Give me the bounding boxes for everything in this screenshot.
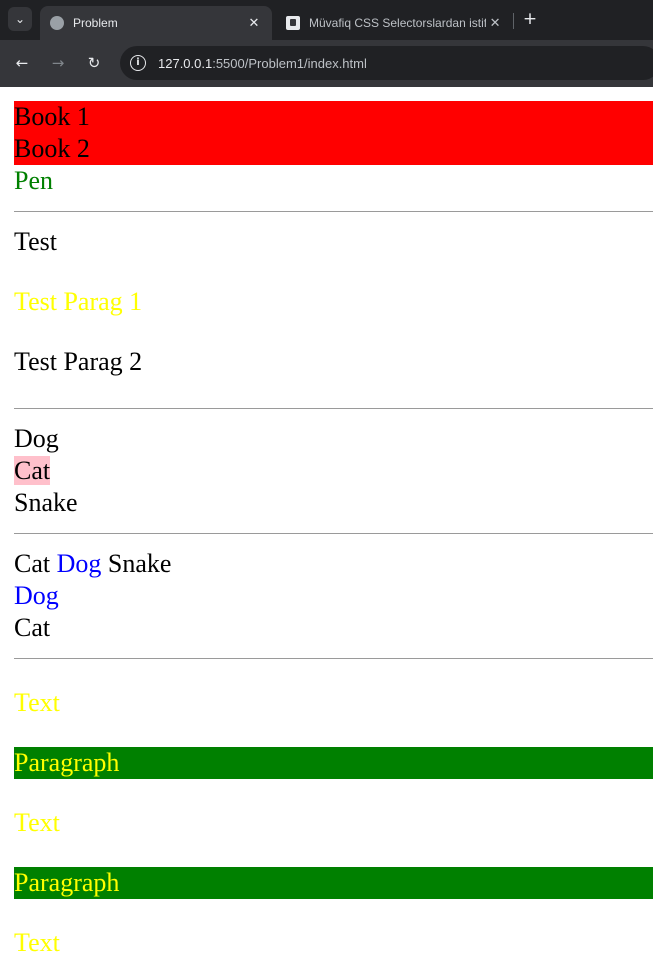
text-3: Text [14,928,60,957]
reload-icon[interactable]: ↻ [83,52,105,74]
site-info-icon[interactable]: i [130,55,146,71]
animal-dog: Dog [14,424,59,453]
divider [14,658,653,659]
test-paragraph-2: Test Parag 2 [14,347,143,376]
browser-chrome: ⌄ Problem ✕ Müvafiq CSS Selectorslardan … [0,0,653,87]
text-2: Text [14,808,60,837]
tab-strip: ⌄ Problem ✕ Müvafiq CSS Selectorslardan … [0,0,653,40]
tab-problem[interactable]: Problem ✕ [40,6,272,40]
address-bar[interactable]: i 127.0.0.1:5500/Problem1/index.html [120,46,653,80]
row-cat: Cat [14,549,51,578]
animal-dog-2: Dog [14,581,59,610]
tab-divider [513,13,514,29]
test-paragraph-1: Test Parag 1 [14,287,143,316]
animal-cat: Cat [14,456,51,485]
tab-title: Müvafiq CSS Selectorslardan istifadə [309,16,487,30]
pen-item: Pen [14,166,53,195]
divider [14,211,653,212]
new-tab-plus-icon[interactable]: + [520,9,540,29]
divider [14,408,653,409]
globe-icon [50,16,64,30]
document-icon [286,16,300,30]
tab-title: Problem [73,16,118,30]
animal-snake: Snake [14,488,78,517]
close-icon[interactable]: ✕ [486,16,504,31]
forward-arrow-icon[interactable]: → [47,52,69,74]
paragraph-1: Paragraph [14,747,653,779]
row-snake: Snake [107,549,172,578]
tab-search-chevron-icon[interactable]: ⌄ [8,7,32,31]
divider [14,533,653,534]
book-item-1: Book 1 [14,101,653,133]
url-text: 127.0.0.1:5500/Problem1/index.html [158,55,367,71]
animal-cat-row: Cat [14,455,653,487]
back-arrow-icon[interactable]: ← [11,52,33,74]
book-item-2: Book 2 [14,133,653,165]
row-dog: Dog [56,549,102,578]
browser-toolbar: ← → ↻ i 127.0.0.1:5500/Problem1/index.ht… [0,40,653,87]
paragraph-2: Paragraph [14,867,653,899]
close-icon[interactable]: ✕ [244,16,264,31]
test-heading: Test [14,227,57,256]
tab-css-selectors[interactable]: Müvafiq CSS Selectorslardan istifadə ✕ [280,6,512,40]
text-1: Text [14,688,60,717]
page-content: Book 1 Book 2 Pen Test Test Parag 1 Test… [0,87,653,979]
animal-cat-2: Cat [14,613,51,642]
animal-row: Cat Dog Snake [14,548,653,580]
